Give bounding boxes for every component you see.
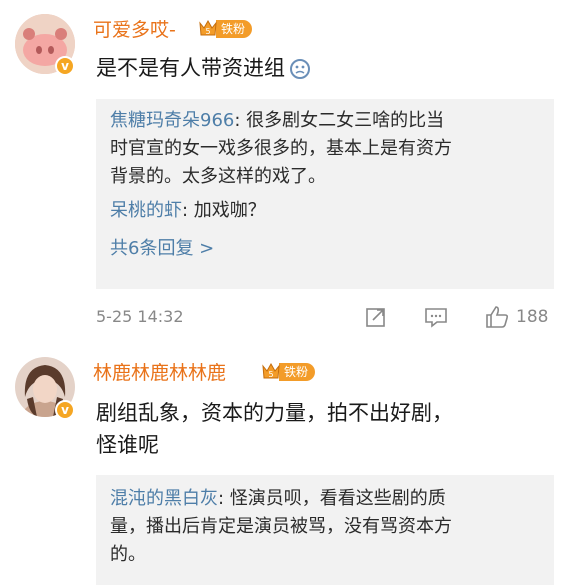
reply-item[interactable]: 焦糖玛奇朵966: 很多剧女二女三啥的比当 时官宣的女一戏多很多的，基本上是有资…	[110, 107, 545, 191]
thinking-emoji-icon	[289, 57, 311, 79]
comment-text: 剧组乱象，资本的力量，拍不出好剧， 怪谁呢	[96, 401, 453, 457]
username[interactable]: 可爱多哎-	[93, 18, 176, 42]
username[interactable]: 林鹿林鹿林林鹿	[93, 361, 226, 385]
comment-item: v 林鹿林鹿林林鹿 5 铁粉 剧组乱象，资本的力量，拍不出好剧， 怪谁呢 混沌的…	[0, 345, 568, 585]
v-badge-icon: v	[55, 56, 75, 76]
share-icon	[366, 308, 385, 327]
timestamp: 5-25 14:32	[96, 307, 184, 326]
thumb-up-icon	[486, 306, 509, 328]
comment-icon	[425, 308, 447, 328]
reply-box: 混沌的黑白灰: 怪演员呗，看看这些剧的质 量，播出后肯定是演员被骂，没有骂资本方…	[96, 475, 554, 585]
comment-item: v 可爱多哎- 5 铁粉 是不是有人带资进组 焦糖玛奇朵966: 很多剧女二女三…	[0, 0, 568, 345]
svg-text:5: 5	[268, 370, 273, 379]
comment-button[interactable]	[423, 305, 449, 329]
reply-author[interactable]: 呆桃的虾	[110, 200, 182, 221]
reply-author[interactable]: 混沌的黑白灰	[110, 488, 218, 509]
reply-box: 焦糖玛奇朵966: 很多剧女二女三啥的比当 时官宣的女一戏多很多的，基本上是有资…	[96, 99, 554, 289]
like-count: 188	[516, 307, 549, 327]
fan-level-icon: 5	[260, 362, 282, 382]
svg-text:5: 5	[205, 27, 210, 36]
like-button[interactable]: 188	[484, 304, 548, 330]
share-button[interactable]	[364, 305, 388, 329]
fan-badge[interactable]: 5 铁粉	[197, 19, 253, 39]
reply-item[interactable]: 呆桃的虾: 加戏咖？	[110, 197, 545, 225]
v-badge-icon: v	[55, 400, 75, 420]
reply-item[interactable]: 混沌的黑白灰: 怪演员呗，看看这些剧的质 量，播出后肯定是演员被骂，没有骂资本方…	[110, 485, 545, 569]
fan-level-icon: 5	[197, 19, 219, 39]
reply-author[interactable]: 焦糖玛奇朵966	[110, 110, 234, 131]
fan-badge-label: 铁粉	[279, 363, 316, 381]
fan-badge[interactable]: 5 铁粉	[260, 362, 316, 382]
comment-text: 是不是有人带资进组	[96, 52, 311, 84]
fan-badge-label: 铁粉	[216, 20, 253, 38]
more-replies-link[interactable]: 共6条回复 >	[110, 235, 545, 263]
